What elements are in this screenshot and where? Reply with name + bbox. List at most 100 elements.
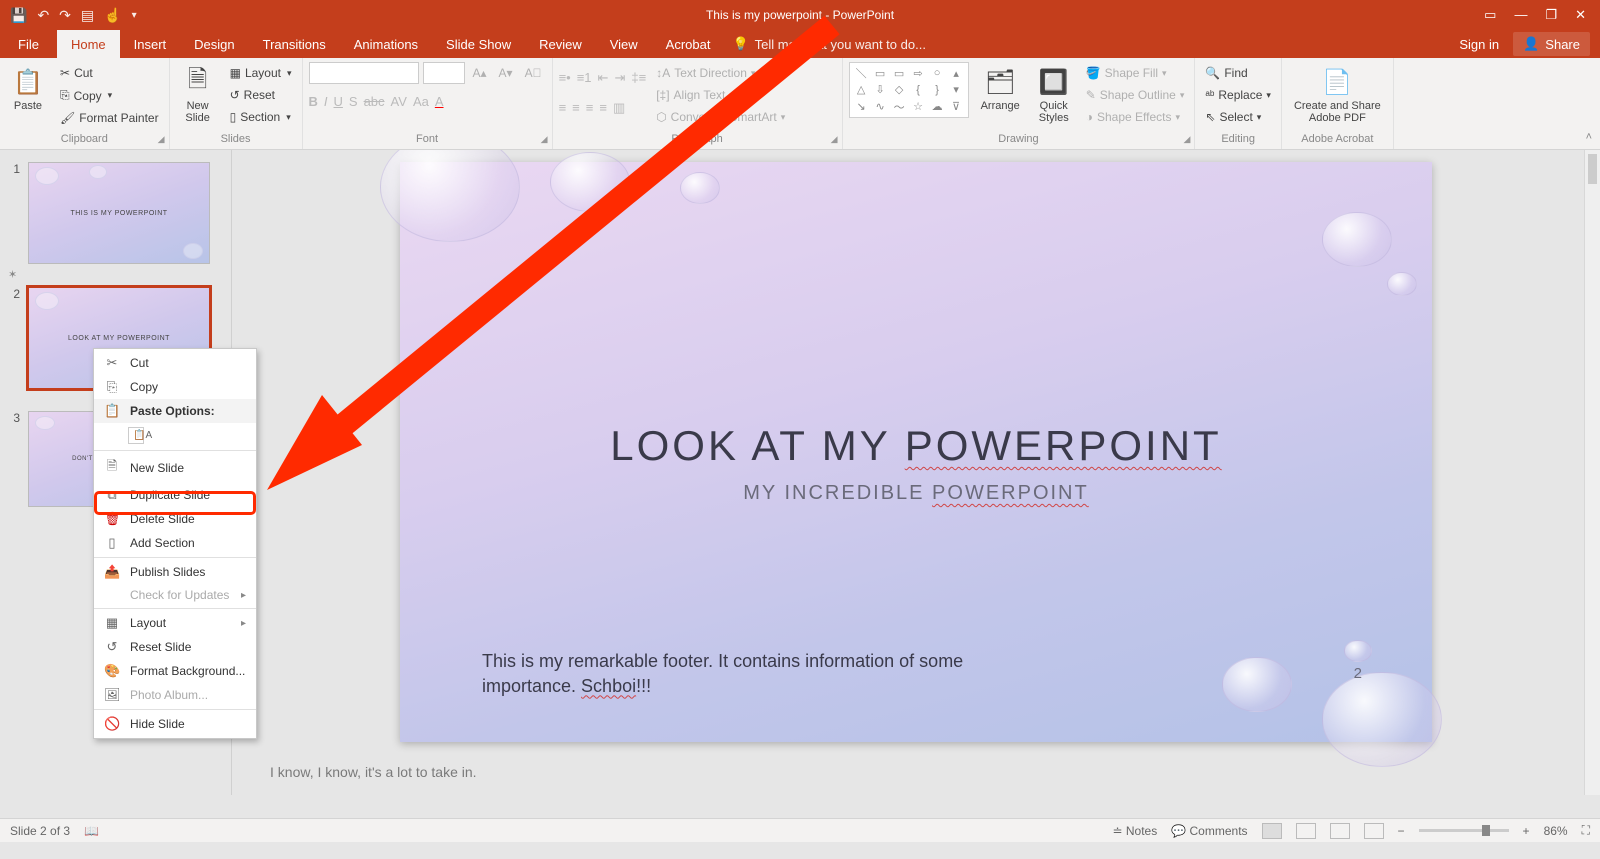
- ctx-format-background[interactable]: 🎨Format Background...: [94, 659, 256, 683]
- justify-button[interactable]: ≡: [599, 100, 607, 116]
- italic-button[interactable]: I: [324, 94, 328, 109]
- normal-view-button[interactable]: [1262, 823, 1282, 839]
- arrow-shape-icon[interactable]: ⇩: [871, 82, 890, 99]
- tell-me-search[interactable]: 💡 Tell me what you want to do...: [732, 30, 925, 58]
- zoom-slider[interactable]: [1419, 829, 1509, 832]
- slide-title[interactable]: LOOK AT MY POWERPOINT: [400, 422, 1432, 470]
- sign-in-link[interactable]: Sign in: [1459, 37, 1499, 52]
- tab-file[interactable]: File: [0, 30, 57, 58]
- slideshow-view-button[interactable]: [1364, 823, 1384, 839]
- comments-toggle[interactable]: 💬 Comments: [1171, 824, 1247, 838]
- tab-animations[interactable]: Animations: [340, 30, 432, 58]
- font-size-combo[interactable]: [423, 62, 465, 84]
- ctx-hide-slide[interactable]: 🚫Hide Slide: [94, 712, 256, 736]
- callout-shape-icon[interactable]: ☁: [928, 98, 947, 115]
- slide-canvas[interactable]: LOOK AT MY POWERPOINT MY INCREDIBLE POWE…: [400, 162, 1432, 742]
- qat-customize-icon[interactable]: ▾: [132, 10, 137, 21]
- tab-transitions[interactable]: Transitions: [249, 30, 340, 58]
- shape-outline-button[interactable]: ✎Shape Outline▾: [1082, 86, 1189, 104]
- cut-button[interactable]: ✂Cut: [56, 64, 163, 82]
- ctx-paste-option[interactable]: 📋A: [94, 423, 256, 448]
- save-icon[interactable]: 💾: [10, 7, 27, 24]
- ctx-new-slide[interactable]: 🗎New Slide: [94, 453, 256, 483]
- increase-font-icon[interactable]: A▴: [469, 64, 491, 82]
- select-button[interactable]: ⇖Select▾: [1201, 108, 1275, 126]
- brace-shape-icon[interactable]: {: [909, 82, 928, 99]
- paragraph-dialog-launcher[interactable]: ◢: [831, 134, 838, 145]
- slide-sorter-view-button[interactable]: [1296, 823, 1316, 839]
- clipboard-dialog-launcher[interactable]: ◢: [158, 134, 165, 145]
- ctx-delete-slide[interactable]: 🗑Delete Slide: [94, 507, 256, 531]
- close-icon[interactable]: ✕: [1575, 7, 1586, 23]
- fit-to-window-button[interactable]: ⛶: [1582, 823, 1590, 838]
- replace-button[interactable]: ᵃᵇReplace▾: [1201, 86, 1275, 104]
- shape-fill-button[interactable]: 🪣Shape Fill▾: [1082, 64, 1189, 82]
- line-shape-icon[interactable]: ＼: [852, 65, 871, 82]
- format-painter-button[interactable]: 🖌Format Painter: [56, 109, 163, 127]
- circle-shape-icon[interactable]: ○: [928, 65, 947, 82]
- paste-button[interactable]: 📋 Paste: [6, 62, 50, 133]
- curve-shape-icon[interactable]: ∿: [871, 98, 890, 115]
- font-family-combo[interactable]: [309, 62, 419, 84]
- create-share-pdf-button[interactable]: 📄 Create and Share Adobe PDF: [1288, 62, 1387, 133]
- underline-button[interactable]: U: [334, 94, 343, 109]
- zoom-out-button[interactable]: −: [1398, 824, 1405, 838]
- ribbon-display-options-icon[interactable]: ▭: [1484, 7, 1496, 23]
- layout-button[interactable]: ▦Layout▾: [226, 64, 296, 82]
- notes-pane[interactable]: I know, I know, it's a lot to take in.: [252, 754, 1496, 790]
- bullets-button[interactable]: ≡•: [559, 70, 571, 86]
- tab-review[interactable]: Review: [525, 30, 596, 58]
- text-direction-button[interactable]: ↕AText Direction▾: [652, 64, 789, 82]
- line-spacing-button[interactable]: ‡≡: [631, 70, 646, 86]
- slide-counter[interactable]: Slide 2 of 3: [10, 824, 70, 838]
- ctx-cut[interactable]: ✂Cut: [94, 351, 256, 375]
- ctx-publish-slides[interactable]: 📤Publish Slides: [94, 560, 256, 584]
- scribble-shape-icon[interactable]: ～: [890, 98, 909, 115]
- tab-design[interactable]: Design: [180, 30, 248, 58]
- section-button[interactable]: ▯Section▾: [226, 108, 296, 126]
- clear-formatting-icon[interactable]: A⃠: [521, 64, 546, 82]
- minimize-icon[interactable]: —: [1514, 7, 1527, 23]
- spellcheck-status-icon[interactable]: 📖: [84, 824, 99, 838]
- connector-shape-icon[interactable]: ↘: [852, 98, 871, 115]
- decrease-font-icon[interactable]: A▾: [495, 64, 517, 82]
- tab-view[interactable]: View: [596, 30, 652, 58]
- arrow-shape-icon[interactable]: ⇨: [909, 65, 928, 82]
- reset-button[interactable]: ↺Reset: [226, 86, 296, 104]
- decrease-indent-button[interactable]: ⇤: [598, 70, 609, 86]
- gallery-more-icon[interactable]: ⊽: [947, 98, 966, 115]
- brace-shape-icon[interactable]: }: [928, 82, 947, 99]
- new-slide-button[interactable]: 🗎 New Slide: [176, 62, 220, 133]
- notes-toggle[interactable]: ≐ Notes: [1112, 824, 1157, 838]
- rect-shape-icon[interactable]: ▭: [871, 65, 890, 82]
- start-from-beginning-icon[interactable]: ▤: [81, 7, 94, 24]
- shape-effects-button[interactable]: ◑Shape Effects▾: [1082, 108, 1189, 126]
- gallery-up-icon[interactable]: ▴: [947, 65, 966, 82]
- slide-thumbnail-1[interactable]: THIS IS MY POWERPOINT: [28, 162, 210, 264]
- ctx-layout[interactable]: ▦Layout▸: [94, 611, 256, 635]
- zoom-level[interactable]: 86%: [1544, 824, 1568, 838]
- quick-styles-button[interactable]: 🔲 Quick Styles: [1032, 62, 1076, 133]
- reading-view-button[interactable]: [1330, 823, 1350, 839]
- drawing-dialog-launcher[interactable]: ◢: [1183, 134, 1190, 145]
- vertical-scrollbar[interactable]: [1584, 150, 1600, 795]
- ctx-duplicate-slide[interactable]: ⧉Duplicate Slide: [94, 483, 256, 507]
- scroll-thumb[interactable]: [1588, 154, 1597, 184]
- convert-smartart-button[interactable]: ⬡Convert to SmartArt▾: [652, 108, 789, 126]
- slide-footer-text[interactable]: This is my remarkable footer. It contain…: [482, 649, 1042, 698]
- touch-mode-icon[interactable]: ☝: [104, 7, 121, 24]
- align-left-button[interactable]: ≡: [559, 100, 567, 116]
- shapes-gallery[interactable]: ＼▭▭⇨○▴ △⇩◇{}▾ ↘∿～☆☁⊽: [849, 62, 969, 118]
- ctx-copy[interactable]: ⎘Copy: [94, 375, 256, 399]
- maximize-icon[interactable]: ❐: [1545, 7, 1557, 23]
- star-shape-icon[interactable]: ☆: [909, 98, 928, 115]
- slide-subtitle[interactable]: MY INCREDIBLE POWERPOINT: [400, 482, 1432, 505]
- ctx-add-section[interactable]: ▯Add Section: [94, 531, 256, 555]
- tab-slideshow[interactable]: Slide Show: [432, 30, 525, 58]
- shadow-button[interactable]: S: [349, 94, 358, 109]
- arrange-button[interactable]: 🗂 Arrange: [975, 62, 1026, 133]
- numbering-button[interactable]: ≡1: [577, 70, 592, 86]
- strikethrough-button[interactable]: abc: [364, 94, 385, 109]
- find-button[interactable]: 🔍Find: [1201, 64, 1275, 82]
- share-button[interactable]: 👤 Share: [1513, 32, 1590, 56]
